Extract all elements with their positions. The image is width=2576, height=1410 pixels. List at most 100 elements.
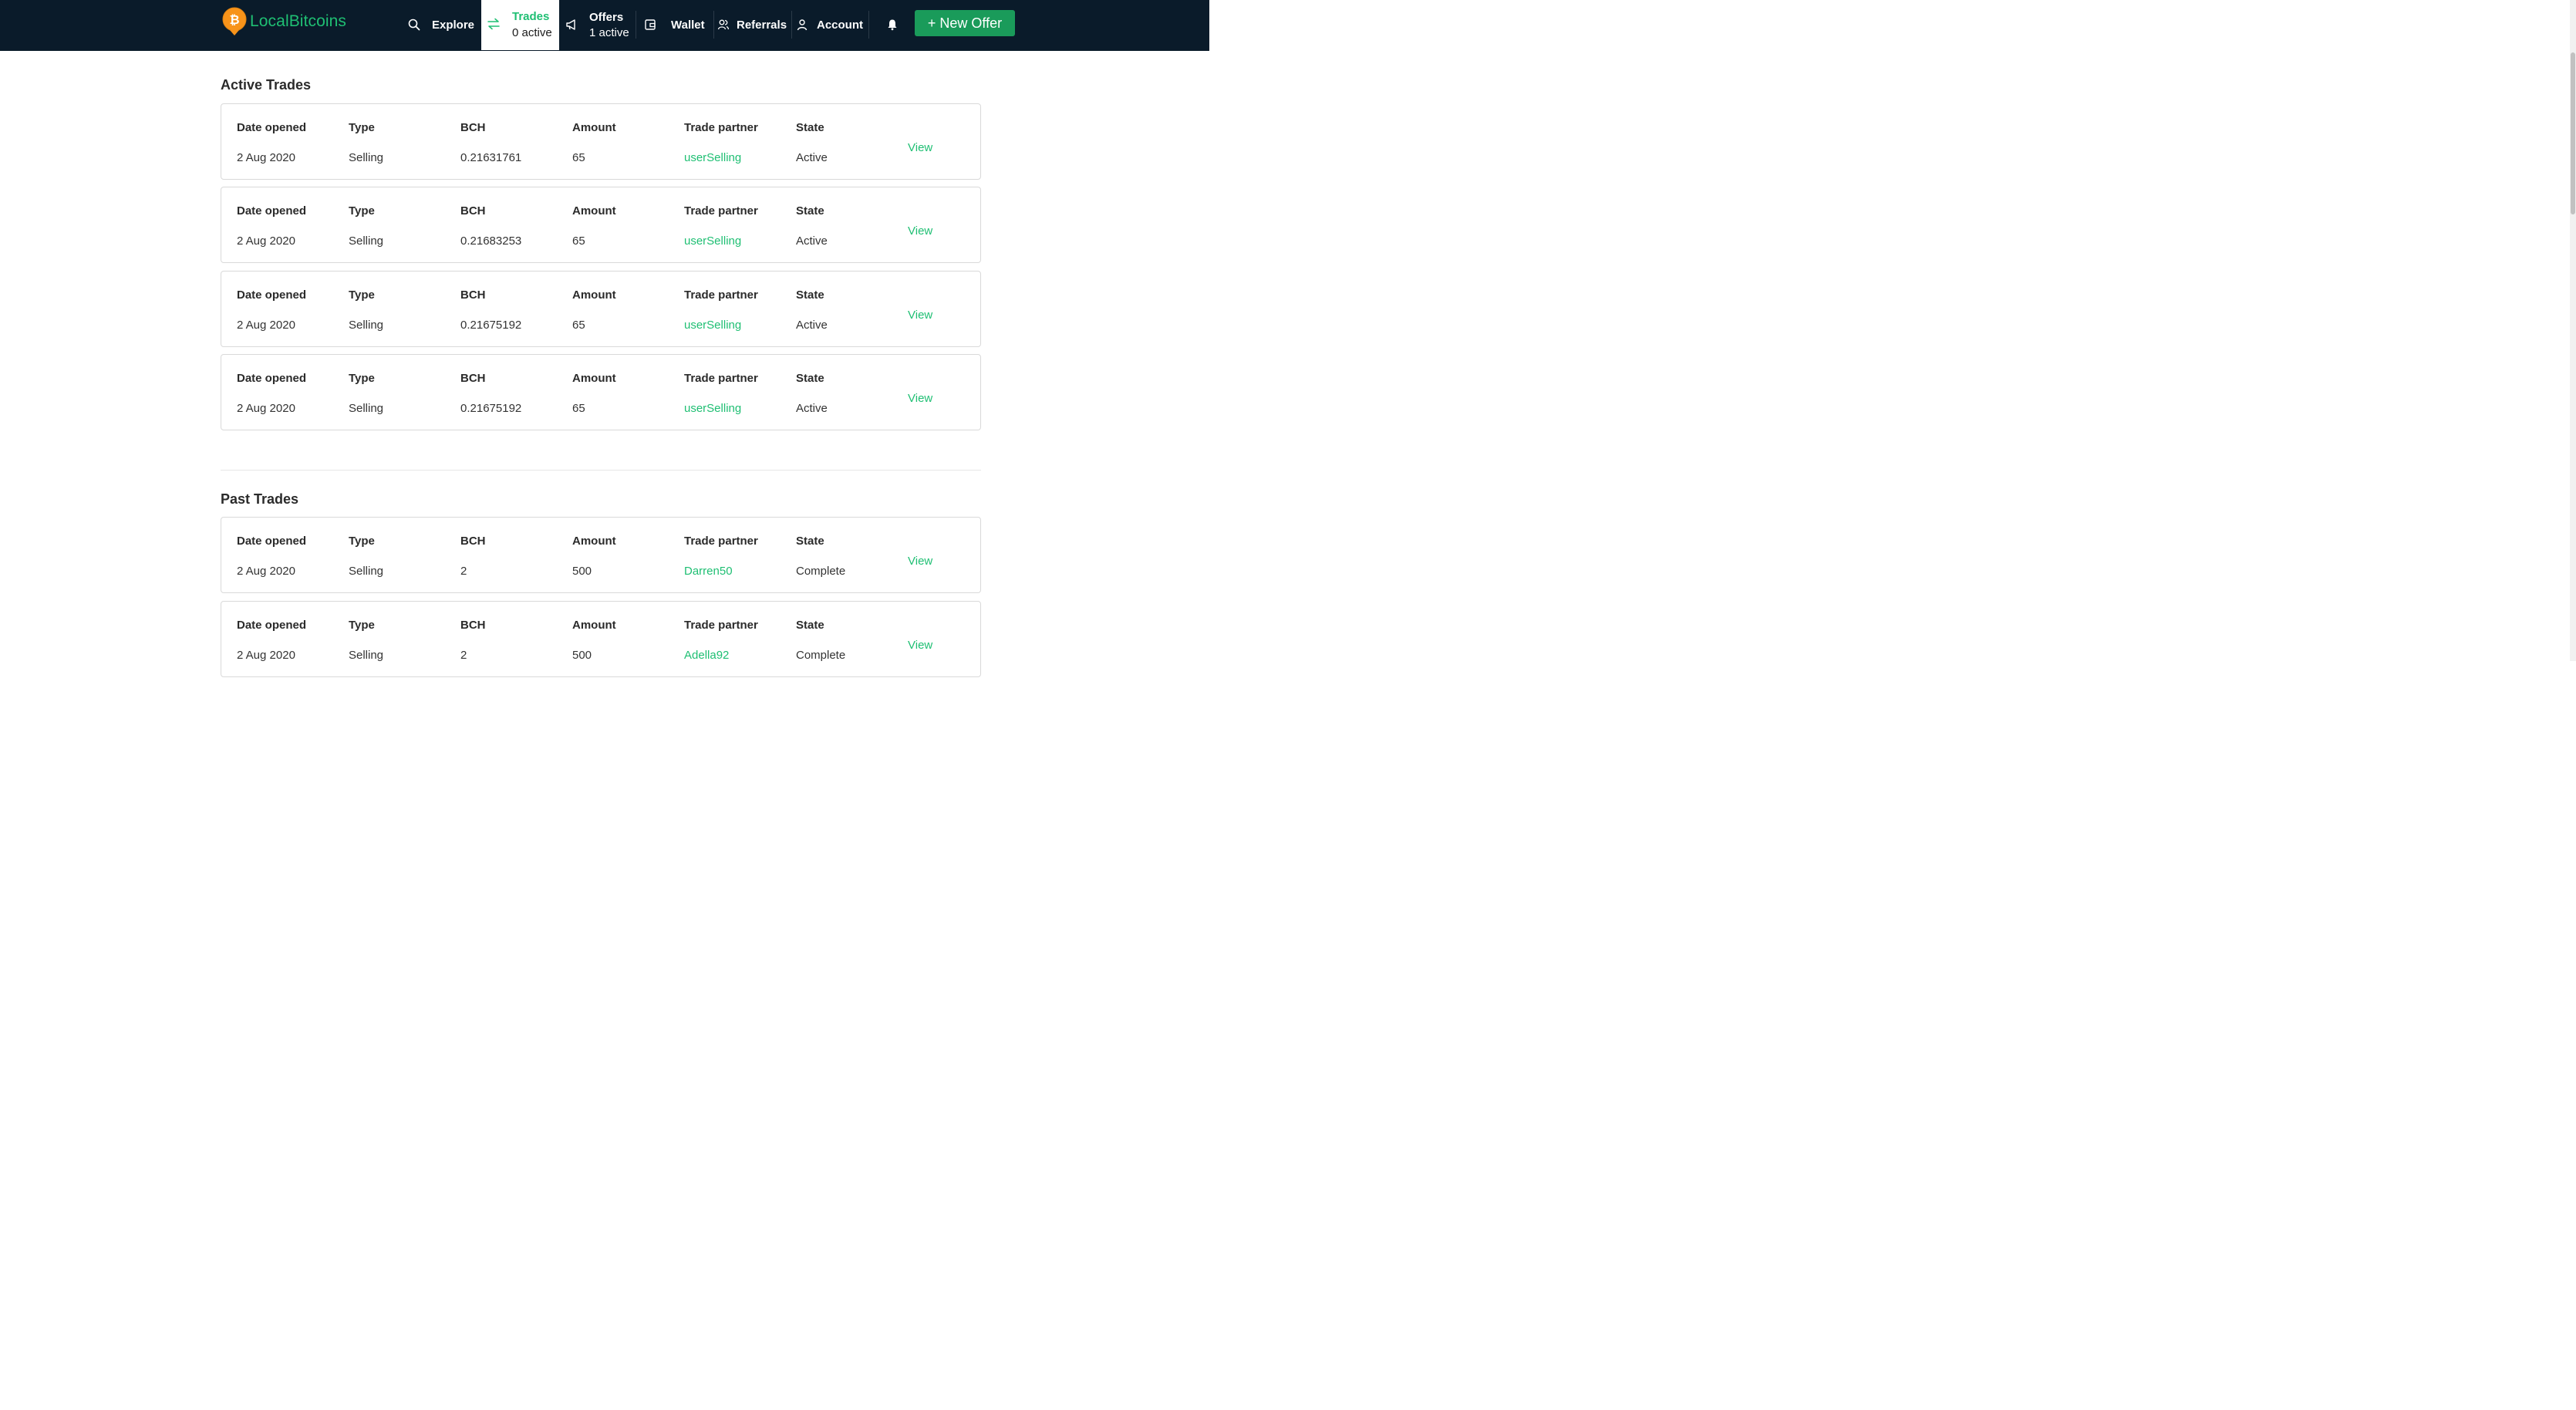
view-trade-link[interactable]: View <box>908 639 932 652</box>
view-trade-link[interactable]: View <box>908 141 932 154</box>
trade-state-header: State <box>796 372 824 385</box>
trade-card: Date opened 2 Aug 2020 Type Selling BCH 2 Amou… <box>221 601 981 677</box>
nav-offers-label: Offers <box>589 10 624 24</box>
trade-date-header: Date opened <box>237 204 307 218</box>
trade-amount-header: Amount <box>572 535 616 548</box>
past-trades-title: Past Trades <box>221 491 299 507</box>
trade-date: 2 Aug 2020 <box>237 649 295 662</box>
top-navbar: ₿ LocalBitcoins Explore Trades 0 active … <box>0 0 1209 51</box>
scrollbar-thumb[interactable] <box>2571 52 2575 214</box>
bell-icon <box>885 18 899 32</box>
search-icon <box>407 18 421 32</box>
trade-state: Active <box>796 234 828 248</box>
trade-state: Active <box>796 402 828 415</box>
trade-partner-link[interactable]: Darren50 <box>684 565 733 578</box>
trade-date-header: Date opened <box>237 372 307 385</box>
trade-partner-link[interactable]: userSelling <box>684 151 741 164</box>
trade-date: 2 Aug 2020 <box>237 319 295 332</box>
trade-amount: 500 <box>572 649 592 662</box>
trade-state: Complete <box>796 649 846 662</box>
trade-amount: 500 <box>572 565 592 578</box>
trade-partner-link[interactable]: userSelling <box>684 234 741 248</box>
trade-state: Complete <box>796 565 846 578</box>
nav-wallet[interactable]: Wallet <box>643 0 705 49</box>
trade-partner-link[interactable]: userSelling <box>684 402 741 415</box>
trade-type: Selling <box>349 151 384 164</box>
brand-logo[interactable]: ₿ LocalBitcoins <box>222 7 346 36</box>
nav-explore[interactable]: Explore <box>407 0 474 49</box>
nav-trades-label: Trades <box>512 10 550 23</box>
trade-date-header: Date opened <box>237 535 307 548</box>
trade-state-header: State <box>796 288 824 302</box>
nav-offers-text: Offers 1 active <box>589 11 629 39</box>
trade-type-header: Type <box>349 204 375 218</box>
trade-partner-header: Trade partner <box>684 204 758 218</box>
trade-state: Active <box>796 319 828 332</box>
trade-bch: 2 <box>460 565 467 578</box>
new-offer-button[interactable]: + New Offer <box>915 10 1015 36</box>
active-trades-title: Active Trades <box>221 77 312 93</box>
trade-type: Selling <box>349 649 384 662</box>
trade-bch-header: BCH <box>460 372 486 385</box>
trade-type-header: Type <box>349 121 375 134</box>
trade-partner-link[interactable]: userSelling <box>684 319 741 332</box>
nav-wallet-label: Wallet <box>671 18 705 32</box>
nav-referrals[interactable]: Referrals <box>716 0 787 49</box>
trade-type-header: Type <box>349 619 375 632</box>
trade-date-header: Date opened <box>237 288 307 302</box>
notifications-button[interactable] <box>885 0 899 49</box>
trade-bch-header: BCH <box>460 121 486 134</box>
trade-bch: 0.21683253 <box>460 234 522 248</box>
trade-state-header: State <box>796 204 824 218</box>
trade-bch: 0.21675192 <box>460 402 522 415</box>
trade-bch: 0.21631761 <box>460 151 522 164</box>
trade-date-header: Date opened <box>237 121 307 134</box>
trade-amount-header: Amount <box>572 372 616 385</box>
nav-explore-label: Explore <box>432 18 475 32</box>
trade-card: Date opened 2 Aug 2020 Type Selling BCH 0.216… <box>221 354 981 430</box>
trade-card: Date opened 2 Aug 2020 Type Selling BCH 0.216… <box>221 271 981 347</box>
trade-amount: 65 <box>572 402 585 415</box>
nav-trades[interactable]: Trades 0 active <box>481 0 559 50</box>
trade-bch-header: BCH <box>460 619 486 632</box>
nav-offers-count: 1 active <box>589 25 629 39</box>
view-trade-link[interactable]: View <box>908 392 932 405</box>
account-icon <box>795 18 809 32</box>
brand-name: LocalBitcoins <box>250 12 347 30</box>
trade-partner-header: Trade partner <box>684 535 758 548</box>
trade-type-header: Type <box>349 288 375 302</box>
view-trade-link[interactable]: View <box>908 309 932 322</box>
trade-bch-header: BCH <box>460 288 486 302</box>
trade-amount-header: Amount <box>572 288 616 302</box>
trade-card: Date opened 2 Aug 2020 Type Selling BCH 2 Amou… <box>221 517 981 593</box>
bitcoin-logo-icon: ₿ <box>222 7 247 35</box>
nav-offers[interactable]: Offers 1 active <box>565 0 629 49</box>
trade-partner-header: Trade partner <box>684 619 758 632</box>
nav-divider <box>713 11 714 39</box>
trade-bch-header: BCH <box>460 535 486 548</box>
trade-type: Selling <box>349 234 384 248</box>
view-trade-link[interactable]: View <box>908 555 932 568</box>
trade-date: 2 Aug 2020 <box>237 234 295 248</box>
trade-date: 2 Aug 2020 <box>237 565 295 578</box>
trade-amount: 65 <box>572 151 585 164</box>
trade-state-header: State <box>796 619 824 632</box>
trade-bch: 2 <box>460 649 467 662</box>
view-trade-link[interactable]: View <box>908 224 932 238</box>
trade-bch-header: BCH <box>460 204 486 218</box>
wallet-icon <box>643 18 657 32</box>
page-scrollbar[interactable] <box>2570 0 2576 661</box>
trade-date: 2 Aug 2020 <box>237 151 295 164</box>
nav-account[interactable]: Account <box>795 0 863 49</box>
nav-referrals-label: Referrals <box>737 18 787 32</box>
trade-date: 2 Aug 2020 <box>237 402 295 415</box>
trade-type: Selling <box>349 319 384 332</box>
trade-partner-link[interactable]: Adella92 <box>684 649 729 662</box>
trade-type: Selling <box>349 565 384 578</box>
trade-type-header: Type <box>349 535 375 548</box>
nav-account-label: Account <box>817 18 863 32</box>
trade-amount: 65 <box>572 234 585 248</box>
trade-amount-header: Amount <box>572 204 616 218</box>
section-divider <box>221 470 981 471</box>
nav-divider <box>791 11 792 39</box>
